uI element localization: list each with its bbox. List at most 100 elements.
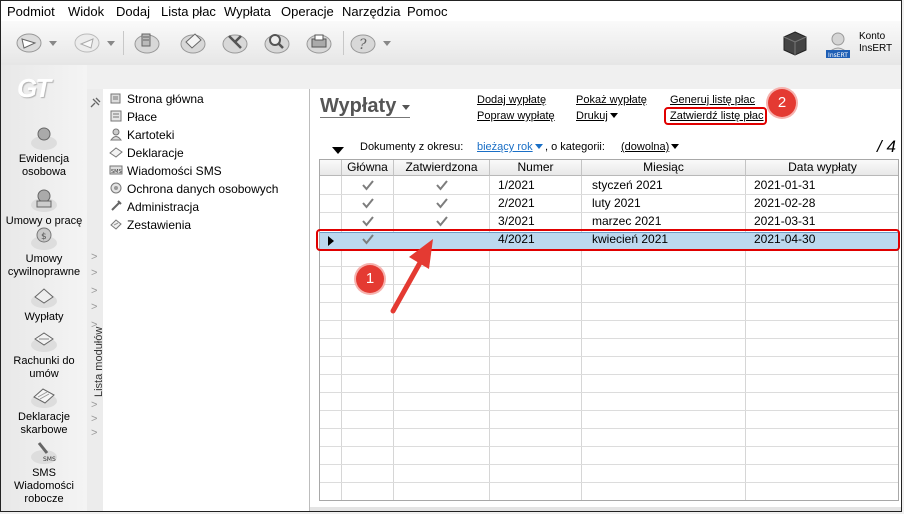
grid-row-line [320, 428, 898, 429]
page-title[interactable]: Wypłaty [320, 95, 396, 118]
svg-text:?: ? [359, 37, 367, 53]
payout-icon [31, 288, 57, 308]
nav-sms-wiadomosci-robocze[interactable]: SMS SMS Wiadomości robocze [1, 439, 87, 506]
column-header-numer[interactable]: Numer [490, 160, 582, 176]
category-label: , o kategorii: [545, 141, 605, 153]
column-header-data-wyplaty[interactable]: Data wypłaty [746, 160, 898, 176]
search-icon[interactable] [263, 28, 291, 56]
records-icon [110, 128, 122, 141]
menu-podmiot[interactable]: Podmiot [7, 4, 55, 19]
cell-numer: 2/2021 [498, 196, 535, 210]
table-row[interactable]: 3/2021 marzec 2021 2021-03-31 [320, 212, 898, 230]
column-header-zatwierdzona[interactable]: Zatwierdzona [394, 160, 490, 176]
send-icon[interactable] [15, 28, 43, 56]
grid-row-line [320, 338, 898, 339]
payouts-grid: Główna Zatwierdzona Numer Miesiąc Data w… [319, 159, 899, 501]
account-label[interactable]: Konto InsERT [859, 31, 892, 55]
tools-icon[interactable] [221, 28, 249, 56]
annotation-badge-2: 2 [768, 89, 796, 117]
document-icon[interactable] [179, 28, 207, 56]
chevron-down-icon[interactable] [402, 105, 410, 110]
svg-text:SMS: SMS [111, 169, 122, 175]
grid-row-line [320, 500, 899, 501]
module-list-strip[interactable]: > > > > > > > > Lista modułów [87, 89, 105, 511]
tree-item-ochrona-danych[interactable]: Ochrona danych osobowych [109, 181, 278, 199]
column-header-miesiac[interactable]: Miesiąc [582, 160, 746, 176]
admin-icon [111, 200, 122, 211]
svg-text:$: $ [41, 232, 47, 242]
chevron-right-icon[interactable]: > [91, 267, 97, 279]
tree-item-administracja[interactable]: Administracja [109, 199, 199, 217]
chevron-right-icon[interactable]: > [91, 399, 97, 411]
checkmark-icon [436, 216, 448, 227]
tree-item-place[interactable]: Płace [109, 109, 157, 127]
period-label: Dokumenty z okresu: [360, 141, 464, 153]
category-select[interactable]: (dowolna) [621, 141, 680, 153]
show-payout-link[interactable]: Pokaż wypłatę [576, 94, 647, 106]
annotation-badge-1: 1 [356, 265, 384, 293]
nav-umowy-cywilnoprawne[interactable]: $ Umowy cywilnoprawne [1, 225, 87, 279]
collapse-arrow-icon[interactable] [332, 147, 344, 154]
people-icon [31, 127, 57, 150]
nav-umowy-o-prace[interactable]: Umowy o pracę [1, 187, 87, 228]
cell-data-wyplaty: 2021-03-31 [754, 214, 816, 228]
chevron-right-icon[interactable]: > [91, 251, 97, 263]
checkmark-icon [362, 198, 374, 209]
payment-icon[interactable] [133, 28, 161, 56]
fix-payout-link[interactable]: Popraw wypłatę [477, 110, 555, 122]
status-bar [310, 507, 901, 511]
menu-dodaj[interactable]: Dodaj [116, 4, 150, 19]
tree-item-strona-glowna[interactable]: Strona główna [109, 91, 204, 109]
help-icon[interactable]: ? [349, 28, 377, 56]
menu-narzedzia[interactable]: Narzędzia [342, 4, 401, 19]
printer-icon[interactable] [305, 28, 333, 56]
cell-miesiac: marzec 2021 [592, 214, 662, 228]
civil-contract-icon: $ [31, 227, 57, 250]
table-row[interactable]: 1/2021 styczeń 2021 2021-01-31 [320, 176, 898, 194]
menu-bar: Podmiot Widok Dodaj Lista płac Wypłata O… [1, 1, 901, 21]
annotation-arrow [390, 239, 433, 314]
menu-widok[interactable]: Widok [68, 4, 104, 19]
chevron-right-icon[interactable]: > [91, 427, 97, 439]
cube-icon[interactable] [781, 29, 809, 57]
print-menu[interactable]: Drukuj [576, 110, 618, 122]
receive-icon[interactable] [73, 28, 101, 56]
contract-icon [31, 189, 57, 212]
table-row[interactable]: 2/2021 luty 2021 2021-02-28 [320, 194, 898, 212]
tree-item-zestawienia[interactable]: Zestawienia [109, 217, 191, 235]
menu-lista-plac[interactable]: Lista płac [161, 4, 216, 19]
account-avatar[interactable]: InsERT [823, 29, 853, 59]
nav-ewidencja-osobowa[interactable]: Ewidencja osobowa [1, 125, 87, 179]
chevron-right-icon[interactable]: > [91, 413, 97, 425]
grid-row-line [320, 392, 898, 393]
column-header-glowna[interactable]: Główna [342, 160, 394, 176]
cell-data-wyplaty: 2021-01-31 [754, 178, 816, 192]
chevron-right-icon[interactable]: > [91, 285, 97, 297]
checkmark-icon [362, 180, 374, 191]
tax-declaration-icon [31, 388, 57, 408]
menu-operacje[interactable]: Operacje [281, 4, 334, 19]
menu-pomoc[interactable]: Pomoc [407, 4, 447, 19]
menu-wyplata[interactable]: Wypłata [224, 4, 271, 19]
grid-row-line [320, 482, 898, 483]
add-payout-link[interactable]: Dodaj wypłatę [477, 94, 546, 106]
tree-item-kartoteki[interactable]: Kartoteki [109, 127, 174, 145]
nav-wyplaty[interactable]: Wypłaty [1, 283, 87, 324]
chevron-down-icon [671, 144, 680, 149]
cell-numer: 1/2021 [498, 178, 535, 192]
sms-icon: SMS [109, 165, 123, 175]
payroll-icon [110, 110, 122, 122]
approve-highlight [664, 107, 767, 125]
grid-row-line [320, 356, 898, 357]
checkmark-icon [436, 198, 448, 209]
toolbar: ? InsERT Konto InsERT [1, 21, 901, 65]
nav-rachunki-do-umow[interactable]: Rachunki do umów [1, 327, 87, 381]
svg-text:SMS: SMS [43, 456, 56, 463]
chevron-right-icon[interactable]: > [91, 301, 97, 313]
tree-item-deklaracje[interactable]: Deklaracje [109, 145, 184, 163]
cell-numer: 3/2021 [498, 214, 535, 228]
tree-item-wiadomosci-sms[interactable]: SMS Wiadomości SMS [109, 163, 222, 181]
nav-deklaracje-skarbowe[interactable]: Deklaracje skarbowe [1, 383, 87, 437]
generate-payroll-link[interactable]: Generuj listę płac [670, 94, 755, 106]
period-select[interactable]: bieżący rok [477, 141, 543, 153]
